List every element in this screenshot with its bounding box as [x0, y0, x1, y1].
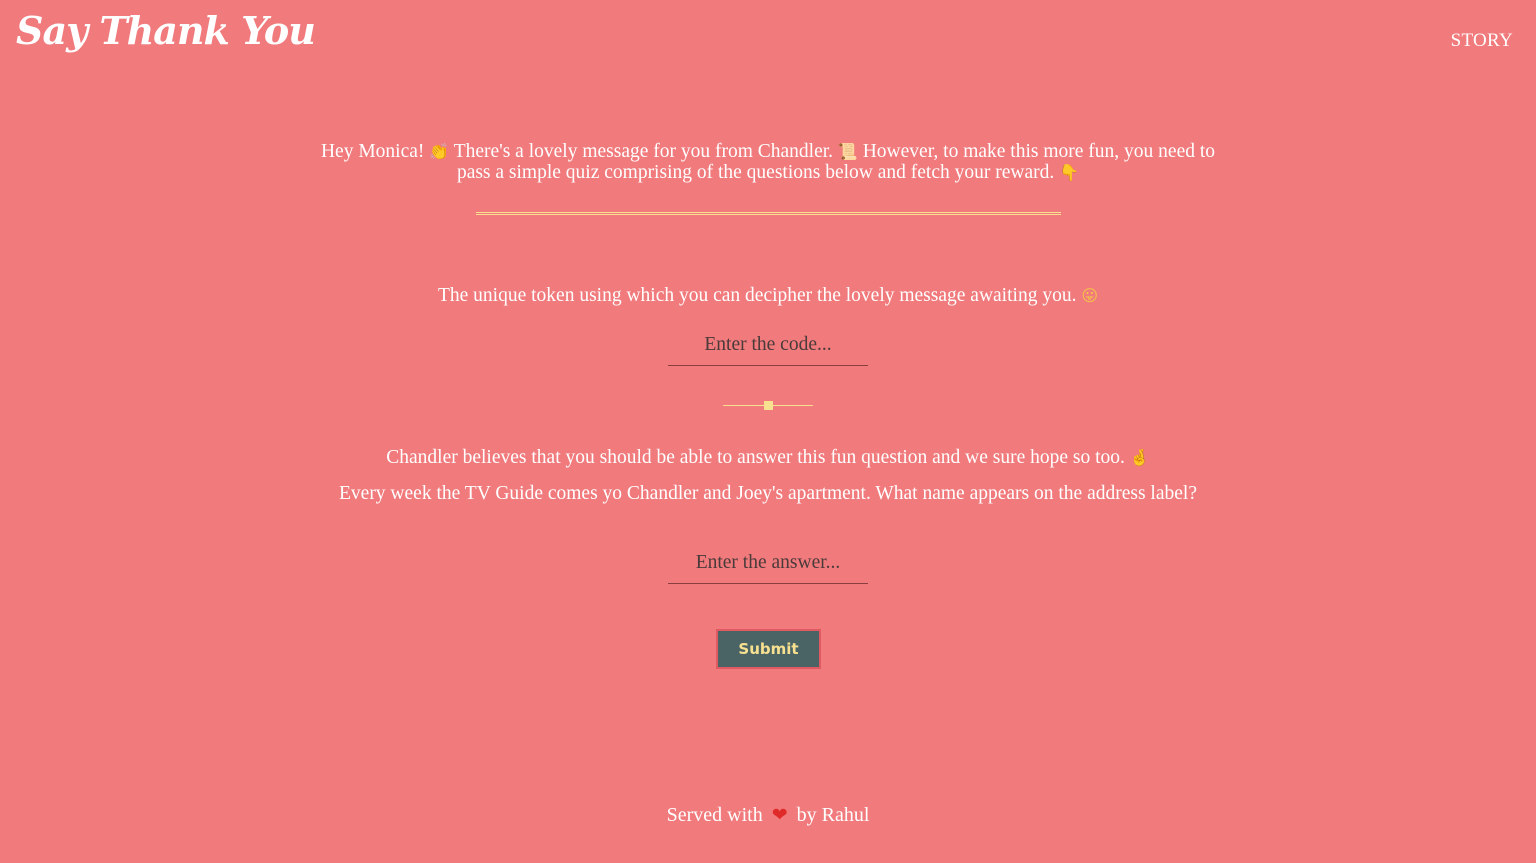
- pointing-down-icon: 👇: [1059, 163, 1080, 182]
- brand-logo[interactable]: Say Thank You: [16, 8, 316, 53]
- submit-button[interactable]: Submit: [716, 629, 821, 669]
- footer: Served with ❤ by Rahul: [0, 804, 1536, 827]
- footer-text-before: Served with: [666, 804, 763, 826]
- question-divider: [723, 401, 813, 411]
- footer-text-after: by Rahul: [796, 804, 870, 826]
- intro-message: Hey Monica! 👏 There's a lovely message f…: [318, 141, 1218, 183]
- clapping-hands-icon: 👏: [429, 142, 450, 161]
- divider-dot: [764, 401, 773, 410]
- intro-text-1: Hey Monica!: [320, 141, 430, 162]
- answer-input[interactable]: [668, 543, 868, 584]
- heart-icon: ❤: [771, 805, 788, 826]
- page: Say Thank You STORY Hey Monica! 👏 There'…: [0, 0, 1536, 863]
- question-1-text: The unique token using which you can dec…: [318, 286, 1218, 306]
- intro-text-2: There's a lovely message for you from Ch…: [449, 141, 838, 162]
- question-1-label: The unique token using which you can dec…: [437, 285, 1082, 306]
- question-2-text: Every week the TV Guide comes yo Chandle…: [339, 483, 1197, 504]
- question-2-intro: Chandler believes that you should be abl…: [318, 448, 1218, 468]
- nav-story-link[interactable]: STORY: [1451, 30, 1513, 52]
- tongue-face-icon: 😛: [1081, 286, 1099, 305]
- crossed-fingers-icon: 🤞: [1129, 448, 1150, 467]
- intro-divider: [476, 212, 1061, 215]
- scroll-icon: 📜: [837, 142, 858, 161]
- question-2-intro-label: Chandler believes that you should be abl…: [386, 447, 1130, 468]
- code-input[interactable]: [668, 325, 868, 366]
